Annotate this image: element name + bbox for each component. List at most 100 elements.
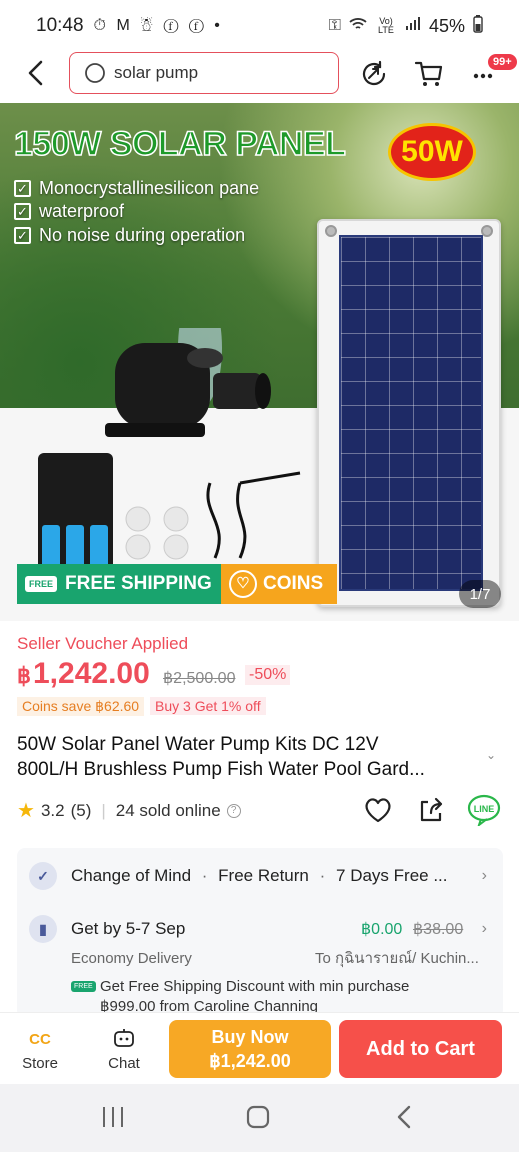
favorite-button[interactable] (362, 794, 394, 826)
search-value: solar pump (114, 63, 199, 82)
delivery-detail-row: Economy Delivery To กุฉินารายณ์/ Kuchin.… (17, 946, 503, 970)
store-button[interactable]: CC Store (10, 1027, 70, 1073)
product-title-line2: 800L/H Brushless Pump Fish Water Pool Ga… (17, 759, 425, 780)
top-bar: solar pump 99+ (0, 52, 519, 98)
chat-label: Chat (108, 1055, 140, 1072)
line-share-button[interactable]: LINE (467, 794, 501, 828)
delivery-row[interactable]: ▮ Get by 5-7 Sep ฿0.00 ฿38.00 › (17, 912, 503, 946)
system-navigation-bar (0, 1084, 519, 1152)
feature-1: ✓ Monocrystallinesilicon pane (14, 178, 259, 199)
bundle-deal-tag[interactable]: Buy 3 Get 1% off (150, 697, 266, 715)
share-button[interactable] (358, 58, 390, 90)
signal-icon (405, 16, 421, 36)
image-pager: 1/7 (459, 580, 501, 608)
sold-count: 24 sold online (115, 800, 221, 820)
shipping-fee: ฿0.00 (361, 921, 403, 938)
delivery-time: Get by 5-7 Sep (71, 919, 186, 938)
refresh-share-icon (362, 60, 386, 86)
guarantee-change-of-mind: Change of Mind (71, 866, 192, 885)
feature-2: ✓ waterproof (14, 201, 124, 222)
discount-badge: -50% (245, 665, 291, 685)
delivery-type: Economy Delivery (71, 949, 192, 967)
delivery-destination: To กุฉินารายณ์/ Kuchin... (315, 950, 479, 967)
dot-separator: · (319, 866, 326, 885)
back-button[interactable] (22, 58, 52, 88)
chevron-down-icon[interactable]: ⌄ (486, 748, 496, 762)
add-to-cart-label: Add to Cart (366, 1037, 475, 1060)
chat-bot-icon (94, 1027, 154, 1051)
price: ฿ 1,242.00 (17, 657, 150, 691)
share-product-button[interactable] (415, 794, 447, 826)
checkbox-icon: ✓ (14, 180, 31, 197)
rating-value: 3.2 (40, 800, 65, 820)
add-to-cart-button[interactable]: Add to Cart (339, 1020, 502, 1078)
system-back-button[interactable] (392, 1104, 418, 1135)
recent-apps-button[interactable] (100, 1104, 126, 1135)
rating-row[interactable]: ★ 3.2 (5) | 24 sold online ? (17, 798, 241, 823)
shipping-promo-row: FREE Get Free Shipping Discount with min… (17, 976, 503, 996)
search-input[interactable]: solar pump (69, 52, 339, 94)
cart-button[interactable] (413, 58, 445, 90)
solar-panel-picture (317, 219, 501, 607)
home-button[interactable] (245, 1104, 271, 1135)
coins-banner: ♡ COINS (221, 564, 337, 604)
bottom-action-bar: CC Store Chat Buy Now ฿1,242.00 Add to C… (0, 1012, 519, 1084)
shield-check-icon: ✓ (29, 862, 57, 890)
cart-icon (414, 61, 443, 86)
guarantee-7-days: 7 Days Free ... (336, 866, 448, 885)
cart-badge: 99+ (488, 54, 517, 70)
key-icon: ⚿ (328, 17, 341, 34)
coins-save-tag: Coins save ฿62.60 (17, 697, 145, 716)
feature-2-text: waterproof (39, 201, 125, 221)
buy-now-button[interactable]: Buy Now ฿1,242.00 (169, 1020, 331, 1078)
buy-now-price: ฿1,242.00 (209, 1051, 291, 1071)
review-count: (5) (70, 800, 92, 820)
truck-icon: FREE (25, 576, 58, 592)
info-icon[interactable]: ? (226, 803, 241, 818)
mount-hole (481, 225, 493, 237)
divider: | (101, 800, 106, 820)
coin-heart-icon: ♡ (229, 570, 257, 598)
feature-1-text: Monocrystallinesilicon pane (39, 178, 260, 198)
hero-title: 150W SOLAR PANEL (13, 124, 346, 164)
volte-label: Vo) LTE (378, 16, 394, 35)
free-shipping-label: FREE SHIPPING (65, 573, 212, 594)
solar-cells (339, 235, 483, 591)
mount-hole (325, 225, 337, 237)
battery-percent: 45% (428, 15, 465, 36)
coins-label: COINS (263, 573, 324, 594)
package-icon: ▮ (29, 915, 57, 943)
battery-icon (473, 14, 483, 38)
store-logo-icon: CC (29, 1030, 51, 1048)
home-icon (246, 1105, 270, 1129)
watt-badge: 50W (388, 123, 476, 181)
seller-voucher-label[interactable]: Seller Voucher Applied (17, 634, 188, 654)
product-image-carousel[interactable]: 150W SOLAR PANEL 50W ✓ Monocrystallinesil… (0, 103, 519, 621)
line-app-icon: LINE (467, 794, 501, 828)
checkbox-icon: ✓ (14, 227, 31, 244)
product-title[interactable]: 50W Solar Panel Water Pump Kits DC 12V 8… (17, 732, 487, 782)
share-icon (420, 797, 443, 822)
wifi-icon (349, 17, 367, 36)
dot-separator: · (201, 866, 208, 885)
product-title-line1: 50W Solar Panel Water Pump Kits DC 12V (17, 734, 379, 755)
recents-icon (103, 1107, 123, 1127)
status-right: ⚿ Vo) LTE 45% (328, 14, 483, 38)
original-price: ฿2,500.00 (163, 670, 236, 687)
price-amount: 1,242.00 (33, 657, 150, 690)
store-label: Store (22, 1055, 58, 1072)
chevron-left-icon (28, 60, 43, 86)
guarantee-row[interactable]: ✓ Change of Mind · Free Return · 7 Days … (17, 858, 503, 894)
price-currency: ฿ (17, 663, 31, 688)
notification-icons: ⏱ M ☃ ⓕ ⓕ • (93, 17, 223, 34)
status-bar: 10:48 ⏱ M ☃ ⓕ ⓕ • ⚿ Vo) LTE 45% (0, 0, 519, 52)
chat-button[interactable]: Chat (94, 1027, 154, 1072)
feature-3-text: No noise during operation (39, 225, 246, 245)
star-icon: ★ (17, 800, 35, 822)
shipping-promo-text: Get Free Shipping Discount with min purc… (100, 977, 410, 995)
checkbox-icon: ✓ (14, 203, 31, 220)
search-icon (85, 63, 105, 83)
free-shipping-truck-icon: FREE (71, 980, 96, 992)
water-pump-picture (105, 328, 271, 437)
buy-now-label: Buy Now (211, 1027, 289, 1047)
